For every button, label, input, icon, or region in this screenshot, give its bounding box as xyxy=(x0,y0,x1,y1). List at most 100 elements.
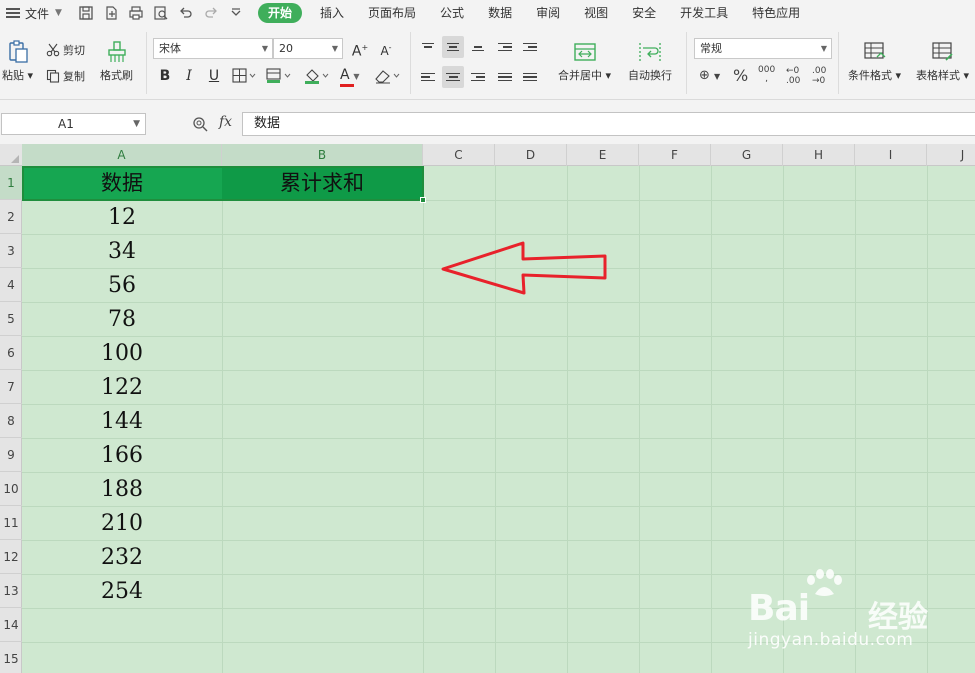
tab-formulas[interactable]: 公式 xyxy=(428,3,476,23)
font-color-button[interactable]: A ▼ xyxy=(340,67,366,87)
italic-button[interactable]: I xyxy=(181,67,197,85)
print-icon[interactable] xyxy=(128,5,144,21)
copy-button[interactable]: 复制 xyxy=(46,68,85,84)
cell-a12[interactable]: 232 xyxy=(22,540,222,574)
increase-indent-button[interactable] xyxy=(519,36,541,58)
row-header-13[interactable]: 13 xyxy=(0,574,22,608)
bold-button[interactable]: B xyxy=(157,67,173,85)
row-header-1[interactable]: 1 xyxy=(0,166,22,200)
row-header-9[interactable]: 9 xyxy=(0,438,22,472)
export-icon[interactable] xyxy=(103,5,119,21)
fill-color-button[interactable] xyxy=(304,68,330,87)
column-header-f[interactable]: F xyxy=(639,144,711,166)
column-header-c[interactable]: C xyxy=(423,144,495,166)
tab-page-layout[interactable]: 页面布局 xyxy=(356,3,428,23)
select-all-corner[interactable] xyxy=(0,144,22,166)
align-right-button[interactable] xyxy=(467,66,489,88)
redo-icon[interactable] xyxy=(203,5,219,21)
align-left-button[interactable] xyxy=(417,66,439,88)
formula-input[interactable]: 数据 xyxy=(242,112,975,136)
save-icon[interactable] xyxy=(78,5,94,21)
cell-a13[interactable]: 254 xyxy=(22,574,222,608)
tab-home[interactable]: 开始 xyxy=(258,3,303,23)
row-header-5[interactable]: 5 xyxy=(0,302,22,336)
tab-security[interactable]: 安全 xyxy=(620,3,668,23)
increase-font-size-button[interactable]: A+ xyxy=(350,39,370,60)
row-header-11[interactable]: 11 xyxy=(0,506,22,540)
conditional-format-button[interactable]: 条件格式 ▾ xyxy=(848,40,901,83)
cell-a1[interactable]: 数据 xyxy=(22,166,222,200)
ribbon-divider xyxy=(410,32,411,94)
column-header-e[interactable]: E xyxy=(567,144,639,166)
paste-button[interactable]: 粘贴 ▾ xyxy=(2,40,33,83)
align-top-button[interactable] xyxy=(417,36,439,58)
table-style-button[interactable]: 表格样式 ▾ xyxy=(916,40,969,83)
underline-button[interactable]: U xyxy=(206,67,222,85)
column-header-i[interactable]: I xyxy=(855,144,927,166)
row-header-2[interactable]: 2 xyxy=(0,200,22,234)
print-preview-icon[interactable] xyxy=(153,5,169,21)
merge-center-button[interactable]: 合并居中 ▾ xyxy=(558,40,611,83)
cell-a7[interactable]: 122 xyxy=(22,370,222,404)
row-header-15[interactable]: 15 xyxy=(0,642,22,673)
cut-button[interactable]: 剪切 xyxy=(46,42,85,58)
cell-a10[interactable]: 188 xyxy=(22,472,222,506)
distributed-align-button[interactable] xyxy=(519,66,541,88)
thousands-separator-button[interactable]: 000, xyxy=(758,66,775,84)
row-header-7[interactable]: 7 xyxy=(0,370,22,404)
tab-review[interactable]: 审阅 xyxy=(524,3,572,23)
cell-a3[interactable]: 34 xyxy=(22,234,222,268)
justify-button[interactable] xyxy=(494,66,516,88)
row-header-4[interactable]: 4 xyxy=(0,268,22,302)
insert-function-button[interactable]: fx xyxy=(219,114,232,130)
number-format-select[interactable]: 常规 ▼ xyxy=(694,38,832,59)
cell-b1[interactable]: 累计求和 xyxy=(222,166,422,200)
cell-a4[interactable]: 56 xyxy=(22,268,222,302)
customize-toolbar-icon[interactable] xyxy=(228,5,244,21)
row-header-12[interactable]: 12 xyxy=(0,540,22,574)
font-size-select[interactable]: 20 ▼ xyxy=(273,38,343,59)
tab-view[interactable]: 视图 xyxy=(572,3,620,23)
column-header-d[interactable]: D xyxy=(495,144,567,166)
cell-a9[interactable]: 166 xyxy=(22,438,222,472)
row-header-8[interactable]: 8 xyxy=(0,404,22,438)
column-header-j[interactable]: J xyxy=(927,144,975,166)
undo-icon[interactable] xyxy=(178,5,194,21)
decrease-decimal-button[interactable]: .00 →0 xyxy=(812,66,826,86)
tab-data[interactable]: 数据 xyxy=(476,3,524,23)
column-header-h[interactable]: H xyxy=(783,144,855,166)
increase-decimal-button[interactable]: ←0.00 xyxy=(786,66,800,86)
file-menu[interactable]: 文件 ▼ xyxy=(0,0,74,26)
format-painter-button[interactable]: 格式刷 xyxy=(100,40,133,83)
row-header-10[interactable]: 10 xyxy=(0,472,22,506)
column-header-g[interactable]: G xyxy=(711,144,783,166)
row-header-6[interactable]: 6 xyxy=(0,336,22,370)
cell-a6[interactable]: 100 xyxy=(22,336,222,370)
tab-special-features[interactable]: 特色应用 xyxy=(740,3,812,23)
tab-insert[interactable]: 插入 xyxy=(308,3,356,23)
wrap-text-button[interactable]: 自动换行 xyxy=(628,40,672,83)
borders-button[interactable] xyxy=(232,68,256,87)
cell-a8[interactable]: 144 xyxy=(22,404,222,438)
decrease-font-size-button[interactable]: A- xyxy=(376,39,396,58)
row-header-3[interactable]: 3 xyxy=(0,234,22,268)
row-header-14[interactable]: 14 xyxy=(0,608,22,642)
cell-a5[interactable]: 78 xyxy=(22,302,222,336)
align-bottom-button[interactable] xyxy=(467,36,489,58)
column-header-b[interactable]: B xyxy=(222,144,423,166)
percent-button[interactable]: % xyxy=(733,66,748,85)
watermark-url: jingyan.baidu.com xyxy=(748,630,914,650)
align-middle-button[interactable] xyxy=(442,36,464,58)
name-box[interactable]: A1 ▼ xyxy=(1,113,146,135)
currency-format-button[interactable]: ⊕ ▼ xyxy=(699,68,720,83)
fill-pattern-button[interactable] xyxy=(266,68,292,87)
clear-format-button[interactable] xyxy=(374,68,402,87)
decrease-indent-button[interactable] xyxy=(494,36,516,58)
tab-developer[interactable]: 开发工具 xyxy=(668,3,740,23)
font-name-select[interactable]: 宋体 ▼ xyxy=(153,38,273,59)
cell-a11[interactable]: 210 xyxy=(22,506,222,540)
column-header-a[interactable]: A xyxy=(22,144,222,166)
cell-a2[interactable]: 12 xyxy=(22,200,222,234)
zoom-icon[interactable] xyxy=(192,116,208,132)
align-center-button[interactable] xyxy=(442,66,464,88)
